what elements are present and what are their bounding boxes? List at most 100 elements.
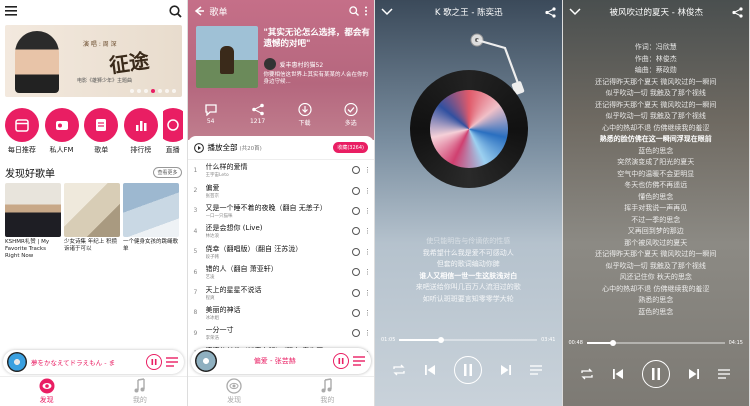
category-live[interactable]: 直播 [162, 108, 183, 155]
lyrics[interactable]: 使只能明告与伶谪依的性感 我希望什么我是爱不可感动人 但套的歌词编动你脾 谁人又相信一… [375, 236, 562, 305]
progress-bar[interactable]: 00:48 04:15 [569, 340, 743, 346]
lyrics[interactable]: 作词：冯欣慧 作曲：林俊杰 编曲：蔡政勋 还记得昨天那个夏天 微风吹过的一瞬间 似乎吹动… [563, 42, 750, 318]
pause-button[interactable] [454, 356, 483, 384]
pause-button[interactable] [333, 353, 349, 369]
lyric-line: 冬天也仿佛不再遥远 [624, 181, 688, 189]
song-more-icon[interactable]: ⋮ [364, 248, 371, 256]
mini-player[interactable]: 偏爱 - 张芸赫 [190, 348, 371, 374]
tab-discover[interactable]: 发现 [188, 377, 281, 406]
mini-player[interactable]: 夢をかなえてドラえもん - ま [3, 350, 184, 374]
banner-carousel[interactable]: 演 唱 : 周 深 征途 电影《雄狮少年》主题曲 [5, 25, 182, 97]
progress-track[interactable] [399, 337, 538, 343]
lyric-line: 风还记住你 秋天的思念 [619, 273, 692, 281]
progress-knob[interactable] [437, 337, 444, 343]
comment-button[interactable]: 54 [204, 103, 218, 127]
tab-mine[interactable]: 我的 [93, 377, 186, 406]
category-fm[interactable]: 私人FM [44, 108, 80, 155]
share-icon[interactable] [544, 6, 556, 18]
playlist-description[interactable]: 你要相信这世界上其实有某某的人会在你的身边守候... [264, 72, 372, 86]
song-more-icon[interactable]: ⋮ [364, 207, 371, 215]
playlist-card[interactable]: 一个健身女孩的跳绳歌单 [123, 183, 179, 260]
avatar [263, 58, 276, 70]
song-row[interactable]: 8 美丽的神话 冰冰姐 ⋮ [188, 303, 375, 323]
play-all-row[interactable]: 播放全部 (共20首) 收藏(3264) [187, 136, 374, 160]
next-icon[interactable] [688, 368, 700, 380]
repeat-icon[interactable] [392, 364, 406, 376]
play-song-icon[interactable] [352, 186, 360, 195]
category-charts[interactable]: 排行榜 [123, 108, 159, 155]
more-button[interactable]: 查看更多 [153, 167, 182, 178]
play-song-icon[interactable] [352, 227, 360, 236]
song-title: 天上的星星不说话 [205, 285, 262, 294]
play-song-icon[interactable] [352, 206, 360, 215]
song-row[interactable]: 4 还是会想你 (Live) 林达浪 ⋮ [188, 221, 375, 241]
play-song-icon[interactable] [352, 329, 360, 338]
playlist-queue-icon[interactable] [717, 368, 732, 380]
song-more-icon[interactable]: ⋮ [364, 289, 371, 297]
category-daily[interactable]: 每日推荐 [4, 108, 40, 155]
playlist-cover[interactable] [195, 26, 258, 88]
playlist-cards: KSHMR礼赞 | My Favorite Tracks Right Now 少… [0, 183, 187, 260]
song-more-icon[interactable]: ⋮ [364, 227, 371, 235]
multi-select-button[interactable]: 多选 [344, 103, 358, 127]
tab-mine[interactable]: 我的 [281, 377, 374, 406]
repeat-icon[interactable] [580, 368, 594, 380]
chevron-down-icon[interactable] [568, 8, 581, 16]
search-icon[interactable] [349, 6, 359, 16]
song-row[interactable]: 3 又是一个睡不着的夜晚（翻自 无恙子） 一口一只猫咪 ⋮ [188, 201, 375, 221]
playlist-cover [64, 183, 120, 237]
progress-knob[interactable] [610, 340, 617, 346]
pause-button[interactable] [641, 360, 670, 388]
pause-button[interactable] [145, 354, 162, 370]
lyric-line: 使只能明告与伶谪依的性感 [426, 237, 511, 245]
song-row[interactable]: 5 侥幸（翻唱版）（翻自 汪苏泷） 段子韩 ⋮ [188, 242, 375, 262]
vinyl-record[interactable] [410, 70, 528, 188]
share-button[interactable]: 1217 [250, 103, 265, 127]
song-more-icon[interactable]: ⋮ [364, 329, 371, 337]
more-vertical-icon[interactable] [364, 6, 368, 16]
previous-icon[interactable] [424, 364, 436, 376]
song-title: 错的人（翻自 萧亚轩） [205, 265, 278, 274]
playlist-card[interactable]: 少女诗集 年纪上 积攒 诉诸于可以 [64, 183, 120, 260]
song-more-icon[interactable]: ⋮ [364, 166, 371, 174]
share-icon[interactable] [732, 6, 743, 18]
playlist-queue-icon[interactable] [353, 355, 367, 367]
player-header: 被风吹过的夏天 - 林俊杰 [563, 0, 750, 24]
song-more-icon[interactable]: ⋮ [364, 187, 371, 195]
play-song-icon[interactable] [352, 308, 360, 317]
play-song-icon[interactable] [352, 247, 360, 256]
playlist-queue-icon[interactable] [165, 356, 180, 368]
song-more-icon[interactable]: ⋮ [364, 268, 371, 276]
uploader[interactable]: 爱丰惠村的猫52 [263, 58, 323, 70]
previous-icon[interactable] [612, 368, 624, 380]
progress-track[interactable] [586, 340, 725, 346]
search-icon[interactable] [168, 4, 182, 18]
tab-label: 发现 [39, 396, 54, 404]
play-song-icon[interactable] [352, 288, 360, 297]
music-note-icon [321, 378, 333, 393]
song-row[interactable]: 2 偏爱 张芸京 ⋮ [188, 180, 375, 200]
category-label: 私人FM [49, 146, 74, 154]
tab-label: 发现 [227, 396, 242, 404]
playlist-card[interactable]: KSHMR礼赞 | My Favorite Tracks Right Now [5, 183, 61, 260]
tab-discover[interactable]: 发现 [0, 377, 93, 406]
category-playlist[interactable]: 歌单 [83, 108, 119, 155]
song-row[interactable]: 6 错的人（翻自 萧亚轩） 艺凌 ⋮ [188, 262, 375, 282]
lyric-line: 突然演变成了阳光的夏天 [617, 158, 695, 166]
progress-bar[interactable]: 01:05 03:41 [381, 337, 556, 343]
song-more-icon[interactable]: ⋮ [364, 309, 371, 317]
song-row[interactable]: 1 什么样的爱情 王宇宙Leto ⋮ [188, 160, 375, 180]
chevron-down-icon[interactable] [381, 8, 393, 16]
next-icon[interactable] [500, 364, 512, 376]
playlist-queue-icon[interactable] [530, 364, 544, 376]
menu-icon[interactable] [5, 6, 17, 16]
back-arrow-icon[interactable] [194, 6, 204, 16]
collect-button[interactable]: 收藏(3264) [333, 142, 368, 153]
song-row[interactable]: 9 一分一寸 李荣浩 ⋮ [188, 323, 375, 343]
play-song-icon[interactable] [352, 166, 360, 175]
lyric-line: 似乎吹动一切 我触及了那个视线 [605, 89, 706, 97]
bottom-tab-bar: 发现 我的 [0, 376, 187, 406]
download-button[interactable]: 下载 [297, 103, 312, 127]
song-row[interactable]: 7 天上的星星不说话 程爽 ⋮ [188, 282, 375, 302]
play-song-icon[interactable] [352, 268, 360, 277]
